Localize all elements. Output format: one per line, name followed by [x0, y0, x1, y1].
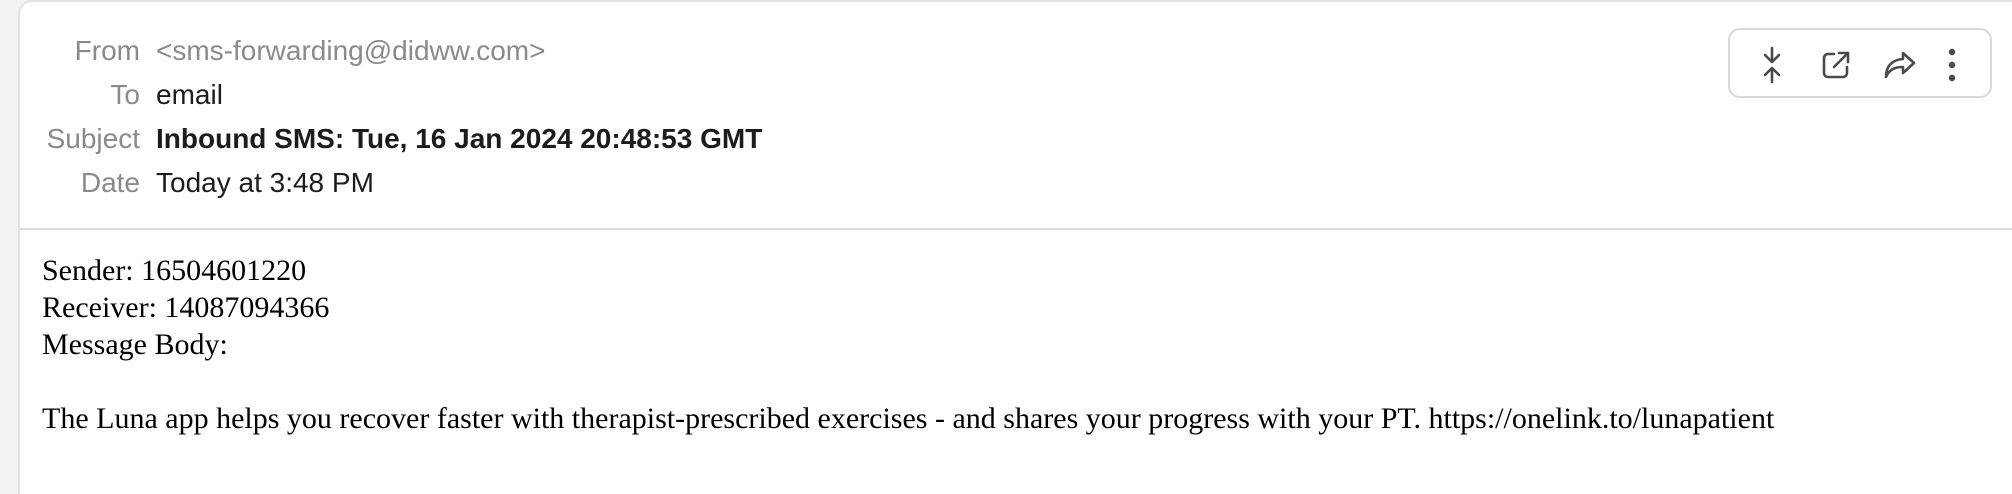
message-body: Sender: 16504601220 Receiver: 1408709436…: [42, 252, 1774, 437]
to-label: To: [110, 79, 140, 110]
message-toolbar: [1728, 28, 1992, 98]
receiver-line: Receiver: 14087094366: [42, 291, 330, 324]
collapse-button[interactable]: [1750, 43, 1794, 87]
more-options-icon: [1947, 48, 1957, 82]
from-address[interactable]: <sms-forwarding@didww.com>: [156, 31, 545, 71]
open-in-window-button[interactable]: [1814, 43, 1858, 87]
email-message-view: From <sms-forwarding@didww.com> To email…: [18, 0, 2012, 494]
to-address[interactable]: email: [156, 75, 223, 115]
subject-label: Subject: [46, 123, 140, 154]
collapse-icon: [1757, 46, 1787, 84]
message-body-label: Message Body:: [42, 328, 228, 361]
open-external-icon: [1820, 49, 1852, 81]
forward-button[interactable]: [1878, 43, 1922, 87]
subject-text: Inbound SMS: Tue, 16 Jan 2024 20:48:53 G…: [156, 123, 763, 154]
email-header: From <sms-forwarding@didww.com> To email…: [20, 2, 2012, 230]
more-options-button[interactable]: [1930, 43, 1974, 87]
sender-line: Sender: 16504601220: [42, 254, 307, 287]
date-text: Today at 3:48 PM: [156, 167, 374, 198]
date-label: Date: [80, 167, 140, 198]
forward-icon: [1883, 50, 1917, 80]
from-label: From: [74, 35, 140, 66]
message-body-text: The Luna app helps you recover faster wi…: [42, 402, 1775, 435]
